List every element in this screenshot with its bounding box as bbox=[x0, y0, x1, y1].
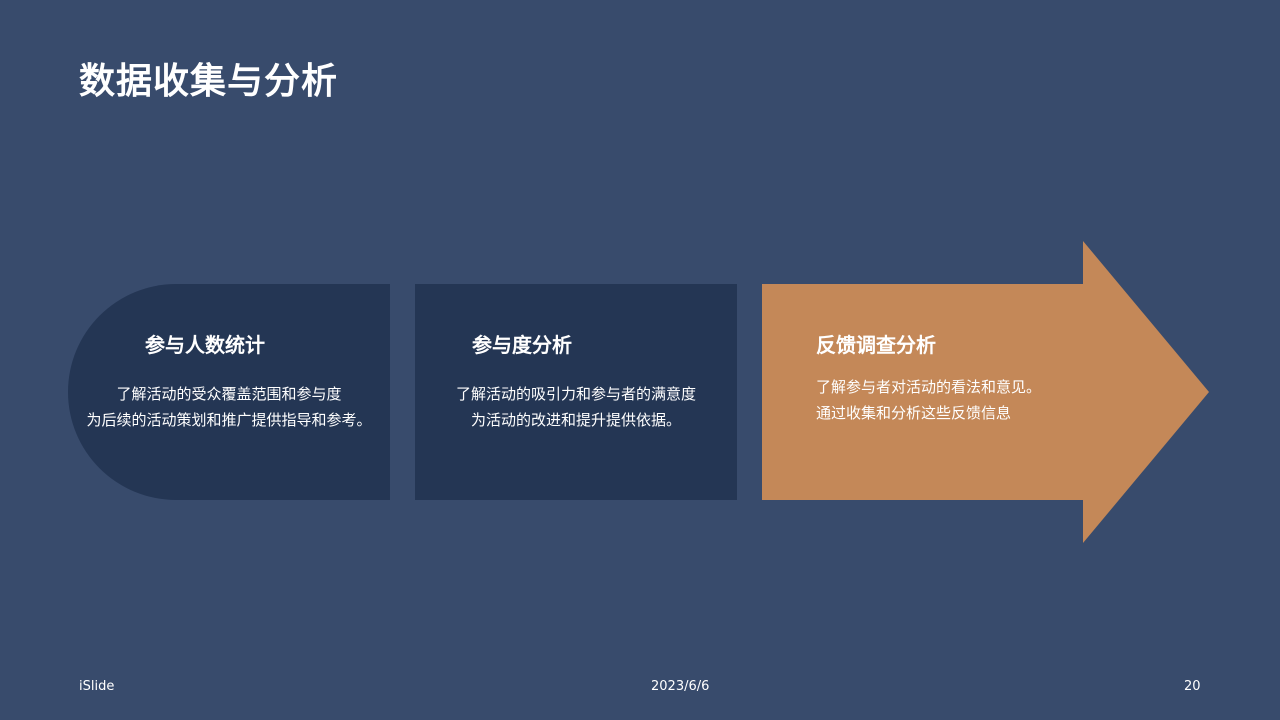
footer-date: 2023/6/6 bbox=[651, 679, 710, 694]
slide-title: 数据收集与分析 bbox=[79, 61, 339, 102]
card-body-line: 了解活动的受众覆盖范围和参与度 bbox=[116, 385, 342, 403]
page-number: 20 bbox=[1184, 679, 1201, 694]
card-body-line: 了解活动的吸引力和参与者的满意度 bbox=[455, 385, 696, 403]
card-participant-count: 参与人数统计 了解活动的受众覆盖范围和参与度 为后续的活动策划和推广提供指导和参… bbox=[68, 284, 390, 500]
card-engagement-analysis: 参与度分析 了解活动的吸引力和参与者的满意度 为活动的改进和提升提供依据。 bbox=[415, 284, 737, 500]
card-body-feedback: 了解参与者对活动的看法和意见。 通过收集和分析这些反馈信息 bbox=[816, 374, 1041, 426]
footer-brand: iSlide bbox=[79, 679, 115, 694]
card-heading: 参与度分析 bbox=[472, 333, 572, 357]
slide: 数据收集与分析 参与人数统计 了解活动的受众覆盖范围和参与度 为后续的活动策划和… bbox=[0, 0, 1280, 720]
card-heading-feedback: 反馈调查分析 bbox=[816, 333, 936, 357]
card-body: 了解活动的吸引力和参与者的满意度 为活动的改进和提升提供依据。 bbox=[415, 381, 737, 433]
card-body: 了解活动的受众覆盖范围和参与度 为后续的活动策划和推广提供指导和参考。 bbox=[68, 381, 390, 433]
card-heading: 参与人数统计 bbox=[145, 333, 265, 357]
card-body-line: 为后续的活动策划和推广提供指导和参考。 bbox=[86, 411, 372, 429]
card-body-line: 了解参与者对活动的看法和意见。 bbox=[816, 378, 1042, 396]
card-body-line: 通过收集和分析这些反馈信息 bbox=[816, 404, 1012, 422]
card-body-line: 为活动的改进和提升提供依据。 bbox=[470, 411, 681, 429]
